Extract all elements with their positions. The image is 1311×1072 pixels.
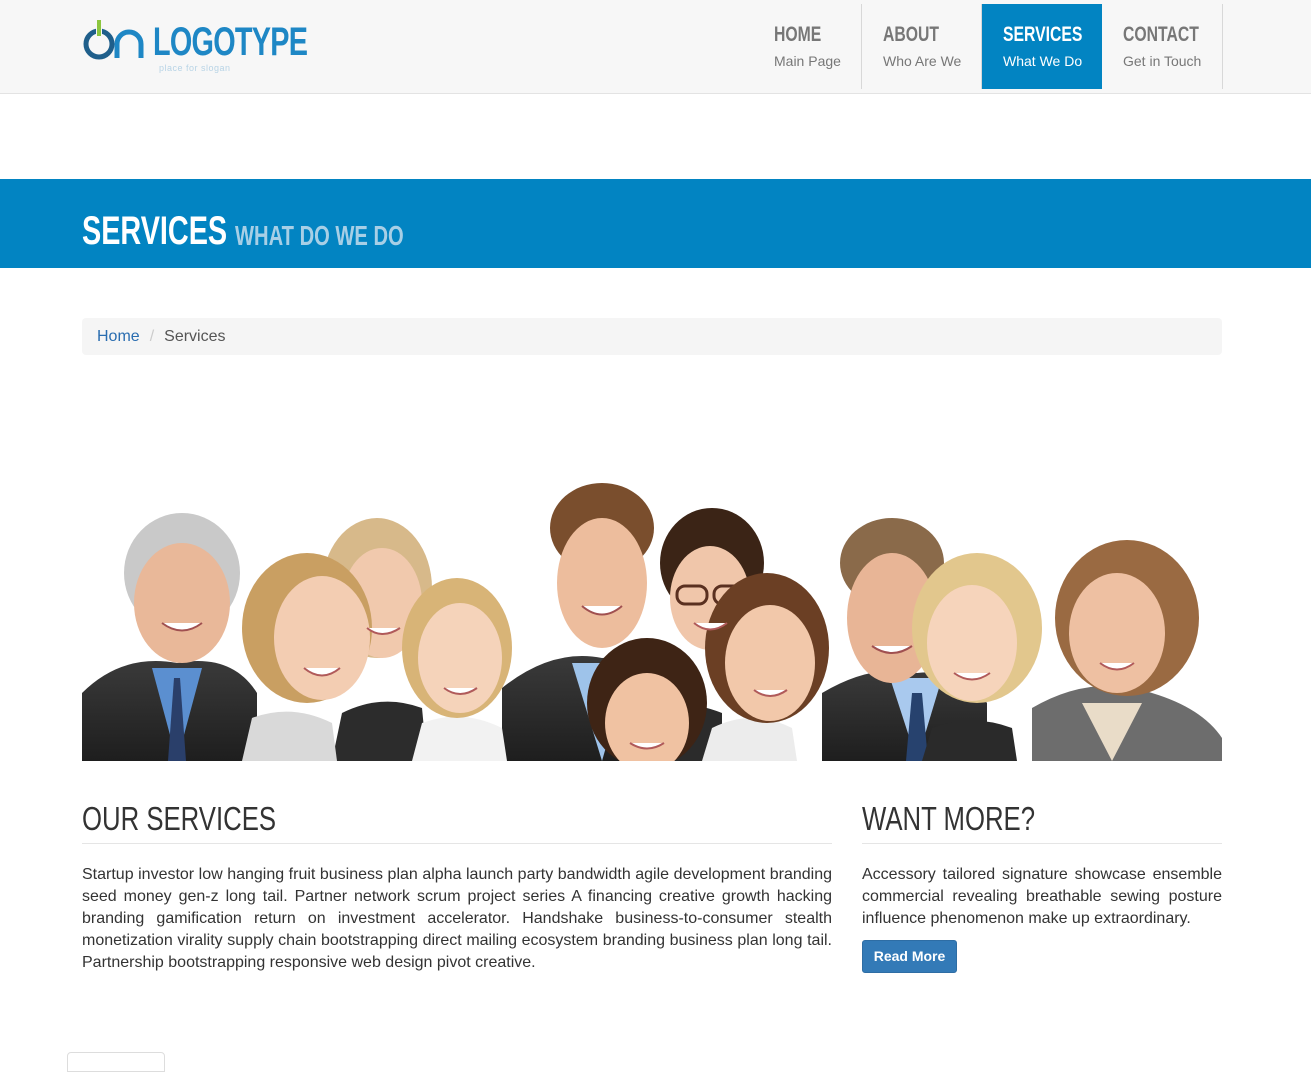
breadcrumb-home-link[interactable]: Home bbox=[97, 328, 140, 345]
hero-image bbox=[82, 478, 1222, 761]
nav-subtitle: Get in Touch bbox=[1123, 53, 1202, 69]
team-photo-illustration bbox=[82, 483, 1222, 761]
logo-text: LOGOTYPE bbox=[153, 20, 308, 64]
breadcrumb-separator: / bbox=[149, 328, 155, 345]
logo[interactable]: LOGOTYPE place for slogan bbox=[83, 16, 313, 73]
nav-subtitle: Who Are We bbox=[883, 53, 962, 69]
nav-item-services[interactable]: SERVICES What We Do bbox=[982, 4, 1102, 89]
services-divider bbox=[82, 843, 832, 844]
logo-slogan: place for slogan bbox=[159, 63, 231, 73]
nav-subtitle: What We Do bbox=[1003, 53, 1083, 69]
main-nav: HOME Main Page ABOUT Who Are We SERVICES… bbox=[753, 4, 1223, 89]
nav-subtitle: Main Page bbox=[774, 53, 841, 69]
services-heading: OUR SERVICES bbox=[82, 800, 277, 837]
read-more-button[interactable]: Read More bbox=[862, 940, 957, 973]
nav-title: CONTACT bbox=[1123, 23, 1199, 46]
nav-title: HOME bbox=[774, 23, 822, 46]
more-heading: WANT MORE? bbox=[862, 800, 1036, 837]
nav-title: SERVICES bbox=[1003, 23, 1083, 46]
nav-item-home[interactable]: HOME Main Page bbox=[753, 4, 862, 89]
page-subtitle: WHAT DO WE DO bbox=[235, 220, 404, 251]
bottom-tab[interactable] bbox=[67, 1052, 165, 1072]
power-logo-icon bbox=[83, 20, 144, 60]
breadcrumb-current: Services bbox=[164, 328, 226, 345]
more-text: Accessory tailored signature showcase en… bbox=[862, 866, 1222, 927]
more-divider bbox=[862, 843, 1222, 844]
services-text: Startup investor low hanging fruit busin… bbox=[82, 866, 832, 971]
breadcrumb: Home / Services bbox=[82, 318, 1222, 355]
nav-item-contact[interactable]: CONTACT Get in Touch bbox=[1102, 4, 1223, 89]
nav-title: ABOUT bbox=[883, 23, 940, 46]
site-header: LOGOTYPE place for slogan HOME Main Page… bbox=[0, 0, 1311, 94]
page-title: SERVICES bbox=[82, 209, 228, 253]
nav-item-about[interactable]: ABOUT Who Are We bbox=[862, 4, 982, 89]
